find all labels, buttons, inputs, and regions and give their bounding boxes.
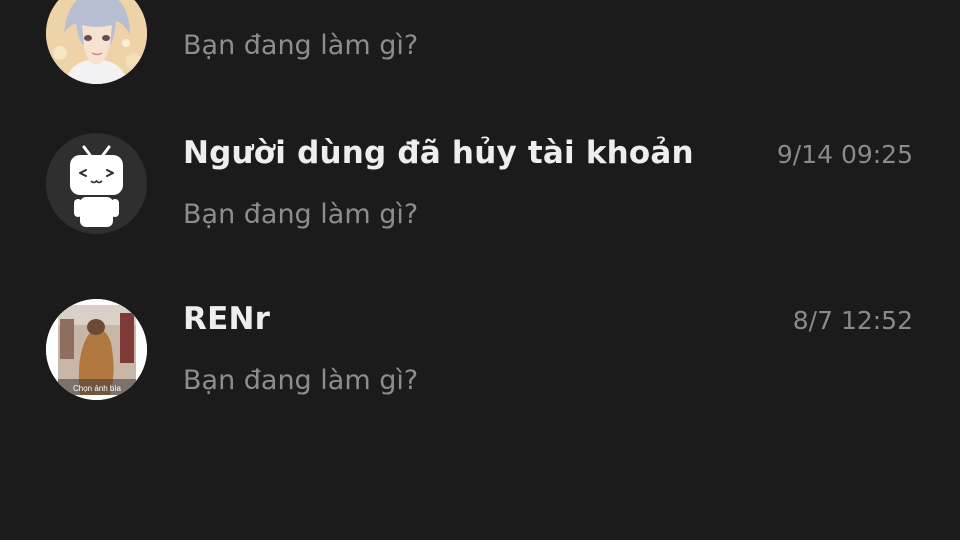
- conversation-time: 8/7 12:52: [792, 306, 913, 335]
- photo-avatar[interactable]: Chọn ảnh bìa: [46, 299, 147, 400]
- conversation-preview: Bạn đang làm gì?: [183, 30, 419, 61]
- bilibili-tv-mascot-avatar[interactable]: [46, 133, 147, 234]
- anime-boy-avatar[interactable]: [46, 0, 147, 84]
- conversation-name: Người dùng đã hủy tài khoản: [183, 135, 694, 171]
- conversation-time: 9/14 09:25: [776, 140, 913, 169]
- conversation-item[interactable]: Bạn đang làm gì?: [0, 0, 960, 84]
- conversation-item[interactable]: Chọn ảnh bìa RENr Bạn đang làm gì? 8/7 1…: [0, 261, 960, 427]
- conversation-name: RENr: [183, 301, 271, 337]
- conversation-list: Bạn đang làm gì? Người dùng đã hủy tài k…: [0, 0, 960, 540]
- conversation-preview: Bạn đang làm gì?: [183, 365, 419, 396]
- photo-caption: Chọn ảnh bìa: [73, 384, 122, 393]
- conversation-preview: Bạn đang làm gì?: [183, 199, 419, 230]
- conversation-item[interactable]: Người dùng đã hủy tài khoản Bạn đang làm…: [0, 95, 960, 261]
